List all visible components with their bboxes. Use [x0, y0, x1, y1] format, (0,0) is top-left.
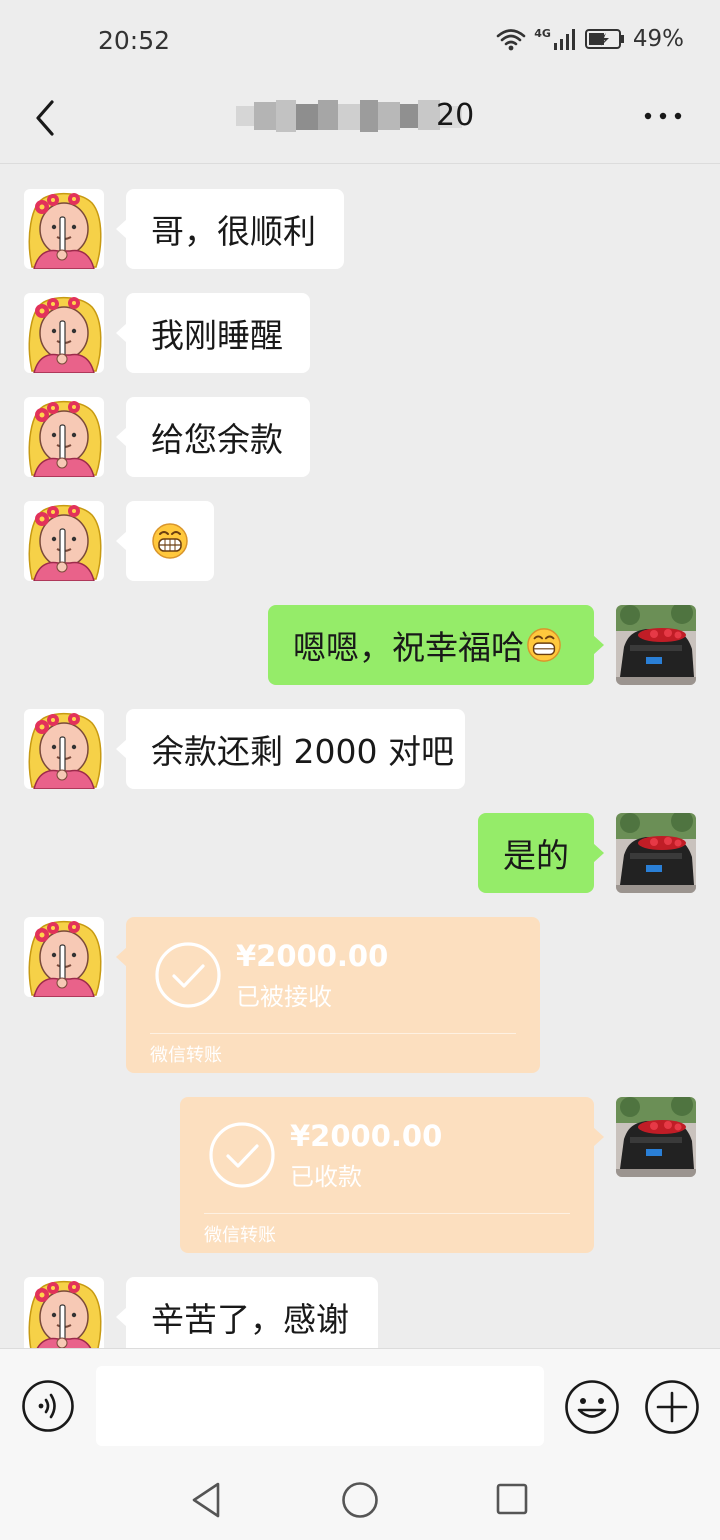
contact-avatar[interactable]	[24, 293, 104, 373]
more-functions-plus-icon[interactable]	[644, 1379, 700, 1435]
chat-title-suffix: 20	[436, 98, 475, 133]
message-text: 哥，很顺利	[151, 212, 316, 251]
grinning-face-emoji-icon	[152, 523, 188, 559]
chat-title: 20	[236, 98, 486, 134]
outgoing-message[interactable]: 是的	[478, 813, 604, 893]
car-photo-avatar-icon	[616, 1097, 696, 1177]
bubble-tail	[116, 1307, 127, 1327]
more-options-icon[interactable]	[640, 104, 686, 128]
message-text: 给您余款	[151, 420, 283, 459]
message-text: 我刚睡醒	[151, 316, 283, 355]
bubble-tail	[116, 947, 127, 967]
chat-header: 20	[0, 84, 720, 164]
incoming-message[interactable]: 余款还剩 2000 对吧	[116, 709, 465, 789]
wifi-icon	[496, 29, 526, 51]
system-back-icon[interactable]	[188, 1480, 224, 1520]
bubble-tail	[116, 323, 127, 343]
my-avatar[interactable]	[616, 813, 696, 893]
bubble-tail	[116, 531, 127, 551]
incoming-message[interactable]	[116, 501, 214, 581]
bubble-tail	[116, 219, 127, 239]
transfer-label: 微信转账	[204, 1225, 276, 1246]
voice-input-icon[interactable]	[21, 1379, 75, 1433]
system-home-icon[interactable]	[340, 1480, 380, 1520]
message-text: 辛苦了，感谢	[151, 1300, 349, 1339]
car-photo-avatar-icon	[616, 813, 696, 893]
emoji-picker-icon[interactable]	[564, 1379, 620, 1435]
contact-avatar[interactable]	[24, 709, 104, 789]
signal-icon	[553, 29, 575, 50]
contact-avatar[interactable]	[24, 501, 104, 581]
girl-cartoon-avatar-icon	[24, 397, 104, 477]
transfer-amount: ¥2000.00	[236, 939, 389, 973]
incoming-message[interactable]: 我刚睡醒	[116, 293, 310, 373]
divider	[150, 1033, 516, 1034]
girl-cartoon-avatar-icon	[24, 189, 104, 269]
girl-cartoon-avatar-icon	[24, 1277, 104, 1357]
transfer-amount: ¥2000.00	[290, 1119, 443, 1153]
battery-icon	[584, 29, 624, 49]
status-bar: 20:52 4G 49%	[0, 0, 720, 84]
incoming-message[interactable]: 哥，很顺利	[116, 189, 344, 269]
bubble-tail	[593, 635, 604, 655]
contact-avatar[interactable]	[24, 189, 104, 269]
transfer-status: 已被接收	[236, 983, 332, 1011]
message-input-bar	[0, 1348, 720, 1462]
bubble-tail	[593, 843, 604, 863]
car-photo-avatar-icon	[616, 605, 696, 685]
contact-avatar[interactable]	[24, 397, 104, 477]
contact-avatar[interactable]	[24, 917, 104, 997]
transfer-label: 微信转账	[150, 1045, 222, 1066]
bubble-tail	[116, 427, 127, 447]
bubble-tail	[116, 739, 127, 759]
outgoing-message[interactable]: 嗯嗯，祝幸福哈	[268, 605, 604, 685]
check-circle-icon	[209, 1122, 275, 1188]
status-icons: 4G 49%	[496, 26, 684, 52]
system-recent-apps-icon[interactable]	[494, 1481, 530, 1517]
grinning-face-emoji-icon	[527, 628, 561, 662]
girl-cartoon-avatar-icon	[24, 917, 104, 997]
wechat-transfer-card[interactable]: ¥2000.00 已被接收 微信转账	[116, 917, 540, 1073]
divider	[204, 1213, 570, 1214]
message-text: 嗯嗯，祝幸福哈	[293, 628, 524, 667]
girl-cartoon-avatar-icon	[24, 709, 104, 789]
message-text: 余款还剩 2000 对吧	[151, 732, 454, 771]
message-text: 是的	[503, 836, 569, 875]
message-text-field[interactable]	[96, 1366, 544, 1446]
check-circle-icon	[155, 942, 221, 1008]
my-avatar[interactable]	[616, 605, 696, 685]
back-icon[interactable]	[28, 96, 62, 140]
incoming-message[interactable]: 辛苦了，感谢	[116, 1277, 378, 1357]
incoming-message[interactable]: 给您余款	[116, 397, 310, 477]
battery-percentage: 49%	[632, 26, 684, 52]
girl-cartoon-avatar-icon	[24, 501, 104, 581]
girl-cartoon-avatar-icon	[24, 293, 104, 373]
contact-avatar[interactable]	[24, 1277, 104, 1357]
bubble-tail	[593, 1127, 604, 1147]
status-time: 20:52	[98, 26, 171, 55]
transfer-status: 已收款	[290, 1163, 362, 1191]
my-avatar[interactable]	[616, 1097, 696, 1177]
system-navigation-bar	[0, 1462, 720, 1540]
network-type-label: 4G	[534, 26, 551, 40]
wechat-transfer-card[interactable]: ¥2000.00 已收款 微信转账	[180, 1097, 604, 1253]
